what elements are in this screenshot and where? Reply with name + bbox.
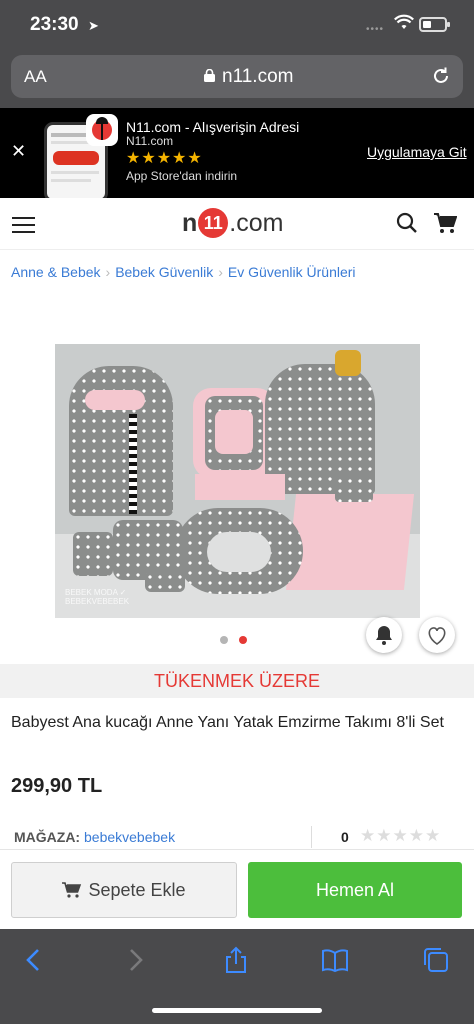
store-rating-stars: ★★★★★ bbox=[360, 826, 442, 845]
share-icon[interactable] bbox=[222, 946, 250, 974]
store-name-link[interactable]: bebekvebebek bbox=[84, 829, 175, 845]
search-icon[interactable] bbox=[396, 212, 418, 234]
carousel-dot-1[interactable] bbox=[220, 636, 228, 644]
tabs-icon[interactable] bbox=[422, 946, 450, 974]
lock-icon bbox=[204, 69, 215, 82]
notify-button[interactable] bbox=[366, 617, 402, 653]
home-indicator bbox=[152, 1008, 322, 1013]
address-bar[interactable]: AA n11.com bbox=[11, 55, 463, 98]
store-info: MAĞAZA: bebekvebebek bbox=[14, 829, 175, 845]
battery-icon bbox=[419, 17, 450, 32]
back-icon[interactable] bbox=[20, 946, 48, 974]
store-label: MAĞAZA: bbox=[14, 829, 81, 845]
cart-icon[interactable] bbox=[433, 212, 457, 234]
banner-rating-stars: ★★★★★ bbox=[126, 150, 203, 167]
banner-app-title: N11.com - Alışverişin Adresi bbox=[126, 119, 300, 135]
cellular-signal-icon: •••• bbox=[366, 24, 385, 35]
status-bar: 23:30 ➤ •••• bbox=[0, 0, 474, 52]
breadcrumb: Anne & Bebek › Bebek Güvenlik › Ev Güvenlik … bbox=[11, 264, 356, 280]
browser-address-area: AA n11.com bbox=[0, 52, 474, 108]
wifi-icon bbox=[394, 14, 414, 29]
divider bbox=[311, 826, 312, 848]
carousel-dot-2[interactable] bbox=[239, 636, 247, 644]
hamburger-menu-icon[interactable] bbox=[12, 217, 35, 233]
cart-icon bbox=[62, 882, 82, 898]
breadcrumb-item-bebek-guvenlik[interactable]: Bebek Güvenlik bbox=[115, 264, 213, 280]
banner-app-subtitle: N11.com bbox=[126, 134, 174, 148]
close-banner-button[interactable]: ✕ bbox=[11, 141, 26, 162]
app-install-banner: ✕ N11.com - Alışverişin Adresi N11.com ★… bbox=[0, 108, 474, 202]
breadcrumb-separator: › bbox=[218, 264, 223, 280]
bell-icon bbox=[376, 626, 392, 645]
purchase-action-bar: Sepete Ekle Hemen Al bbox=[0, 849, 474, 929]
product-image[interactable]: BEBEK MODA ✓ BEBEKVEBEBEK bbox=[55, 344, 420, 618]
stock-warning: TÜKENMEK ÜZERE bbox=[0, 664, 474, 698]
heart-icon bbox=[428, 627, 446, 645]
open-app-link[interactable]: Uygulamaya Git bbox=[367, 144, 467, 160]
add-to-cart-label: Sepete Ekle bbox=[88, 880, 186, 900]
favorite-button[interactable] bbox=[419, 617, 455, 653]
image-watermark: BEBEK MODA ✓ BEBEKVEBEBEK bbox=[65, 588, 130, 606]
store-score: 0 bbox=[341, 829, 349, 845]
browser-toolbar bbox=[0, 929, 474, 1024]
buy-now-button[interactable]: Hemen Al bbox=[248, 862, 462, 918]
breadcrumb-item-anne-bebek[interactable]: Anne & Bebek bbox=[11, 264, 101, 280]
product-price: 299,90 TL bbox=[11, 775, 103, 797]
breadcrumb-separator: › bbox=[105, 264, 111, 280]
location-arrow-icon: ➤ bbox=[88, 18, 99, 33]
n11-logo[interactable]: n 11 .com bbox=[182, 208, 283, 239]
breadcrumb-item-ev-guvenlik[interactable]: Ev Güvenlik Ürünleri bbox=[228, 264, 356, 280]
banner-store-text: App Store'dan indirin bbox=[126, 169, 238, 183]
bookmarks-icon[interactable] bbox=[321, 946, 349, 974]
site-header: n 11 .com bbox=[0, 198, 474, 250]
url-domain: n11.com bbox=[222, 66, 294, 87]
add-to-cart-button[interactable]: Sepete Ekle bbox=[11, 862, 237, 918]
reload-icon[interactable] bbox=[431, 66, 451, 86]
reader-text-size-button[interactable]: AA bbox=[24, 67, 47, 87]
product-title: Babyest Ana kucağı Anne Yanı Yatak Emzir… bbox=[11, 714, 444, 731]
forward-icon[interactable] bbox=[121, 946, 149, 974]
status-time: 23:30 bbox=[30, 14, 79, 35]
n11-app-icon bbox=[86, 114, 118, 146]
